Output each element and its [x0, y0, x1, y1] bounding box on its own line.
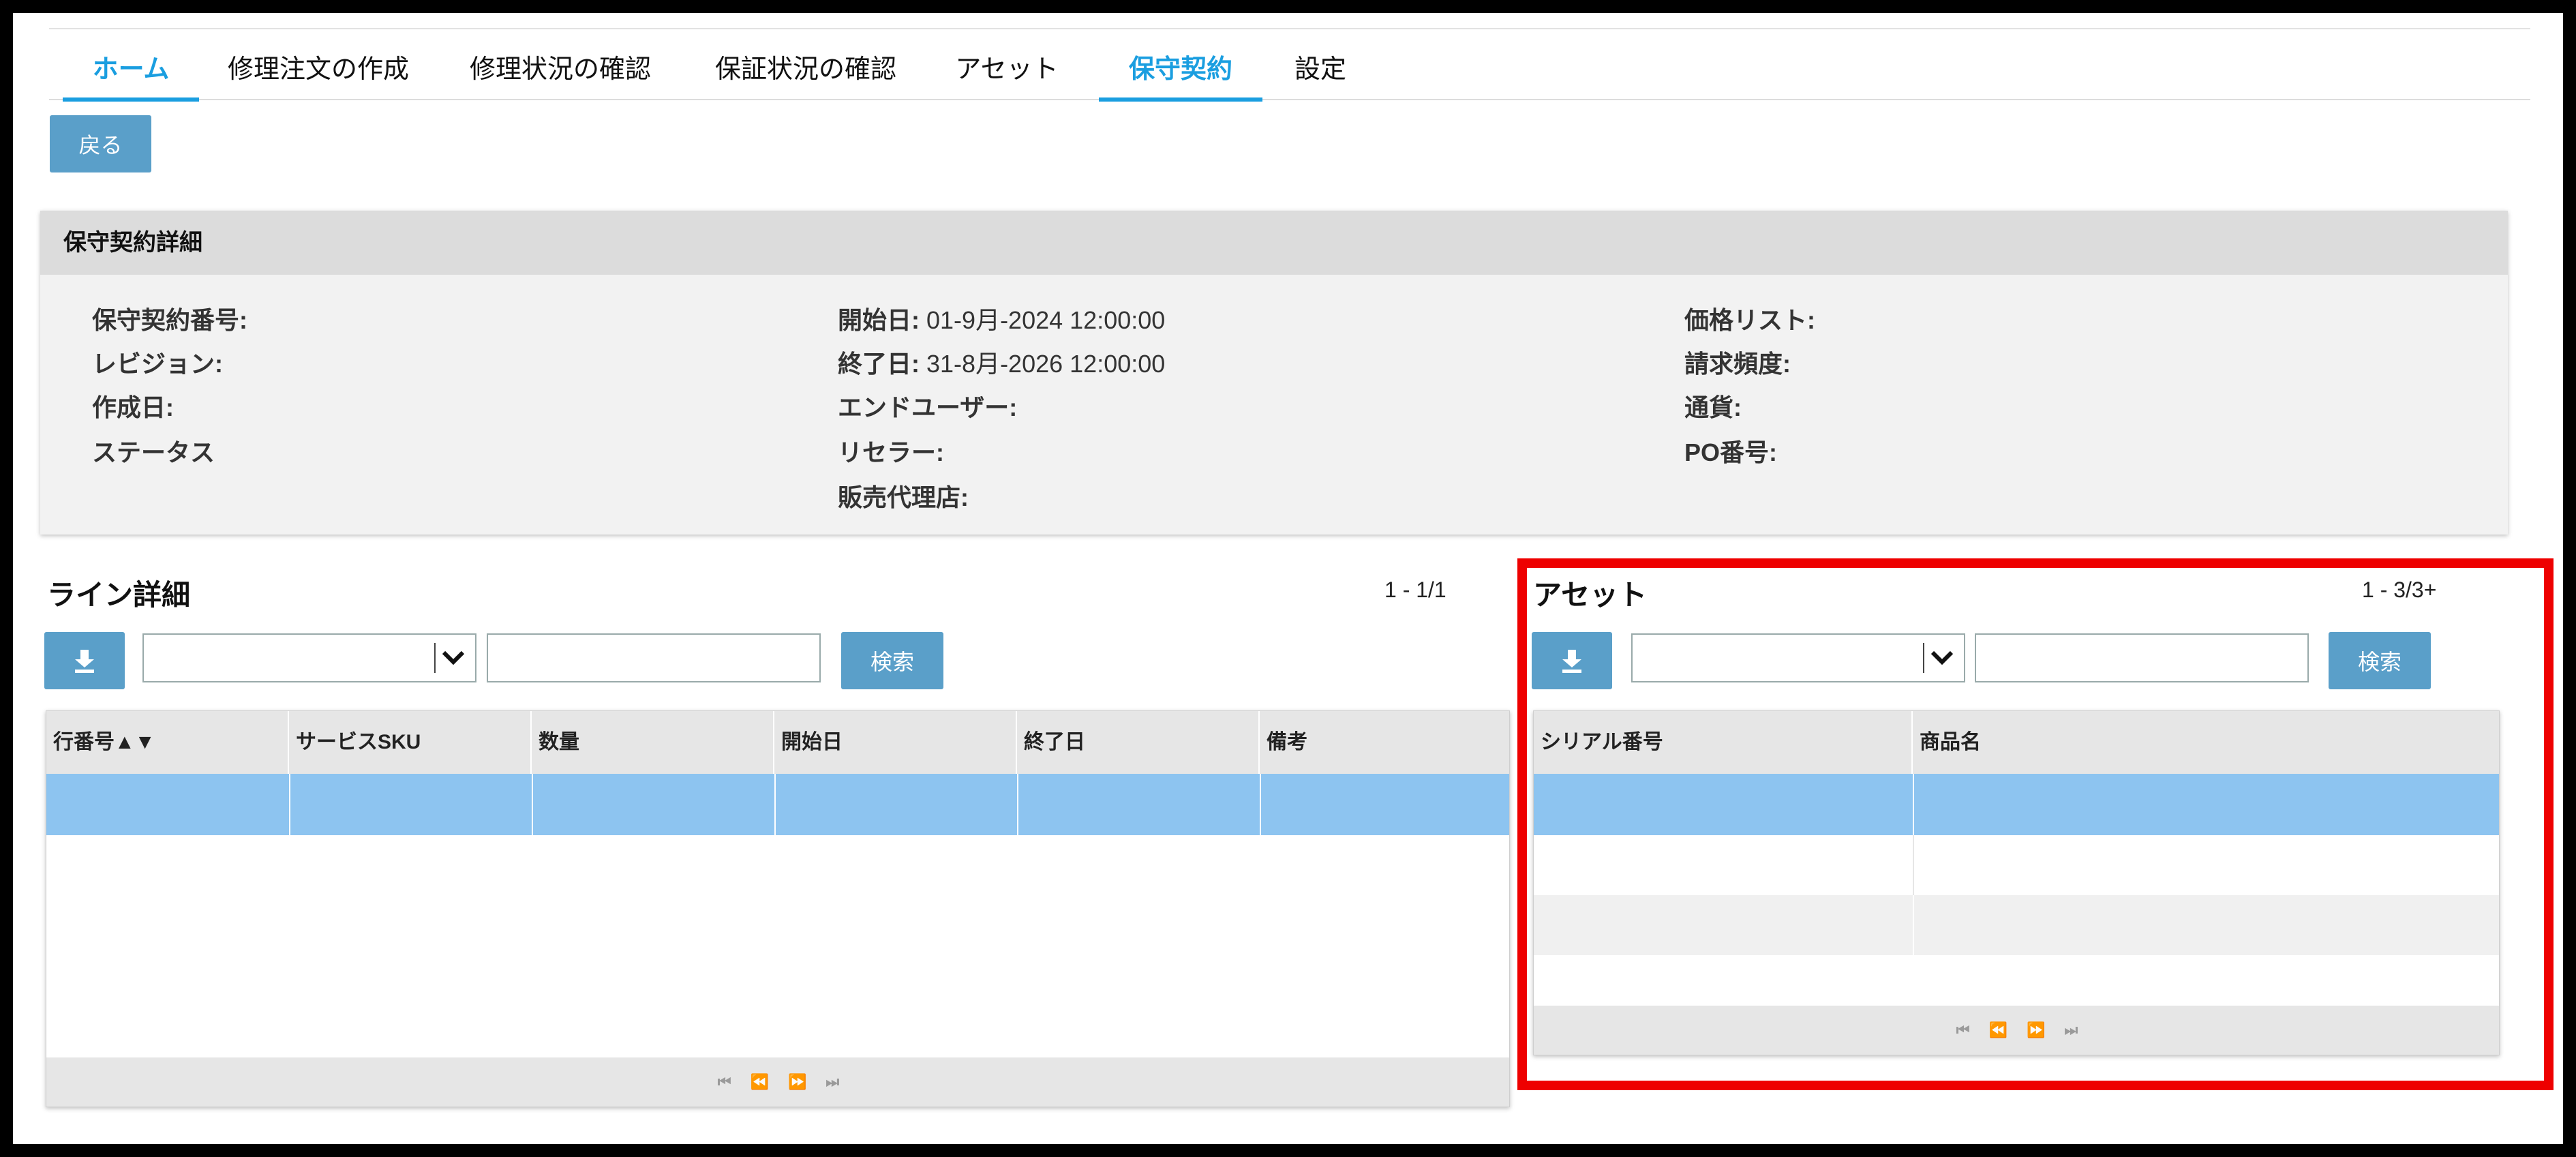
chevron-down-icon [1930, 650, 1954, 665]
assets-count: 1 - 3/3+ [2362, 577, 2437, 602]
first-page-icon[interactable]: ⏮ [1956, 1021, 1970, 1039]
app-window: ホーム 修理注文の作成 修理状況の確認 保証状況の確認 アセット 保守契約 設定… [13, 13, 2563, 1144]
field-price-list: 価格リスト: [1684, 306, 1815, 334]
last-page-icon[interactable]: ⏭ [2064, 1021, 2078, 1039]
field-end-user: エンドユーザー: [838, 393, 1018, 421]
tab-assets[interactable]: アセット [942, 33, 1072, 99]
next-page-icon[interactable]: ⏩ [788, 1073, 806, 1091]
download-icon [1562, 650, 1581, 673]
nav-tabs: ホーム 修理注文の作成 修理状況の確認 保証状況の確認 アセット 保守契約 設定 [49, 33, 2530, 102]
col-product-name[interactable]: 商品名 [1913, 711, 2500, 774]
field-distributor: 販売代理店: [838, 483, 969, 511]
panel-header: 保守契約詳細 [40, 211, 2508, 275]
field-status: ステータス [92, 438, 215, 466]
line-details-count: 1 - 1/1 [1384, 577, 1446, 602]
chevron-down-icon [442, 650, 465, 665]
field-created-date: 作成日: [92, 393, 174, 421]
table-row[interactable] [1534, 895, 2499, 955]
cell-divider [1913, 774, 1914, 835]
col-service-sku[interactable]: サービスSKU [289, 711, 532, 774]
line-details-title: ライン詳細 [47, 579, 191, 611]
table-row[interactable] [46, 774, 1509, 835]
field-revision: レビジョン: [92, 350, 223, 378]
line-table-header: 行番号▲▼ サービスSKU 数量 開始日 終了日 備考 [46, 711, 1509, 775]
contract-details-panel: 保守契約詳細 保守契約番号: レビジョン: 作成日: ステータス 開始日: 01… [40, 211, 2508, 535]
tab-home[interactable]: ホーム [63, 33, 199, 102]
line-download-button[interactable] [44, 632, 125, 689]
assets-download-button[interactable] [1532, 632, 1612, 689]
field-reseller: リセラー: [838, 438, 944, 466]
tab-repair-status[interactable]: 修理状況の確認 [451, 33, 669, 99]
assets-table-header: シリアル番号 商品名 [1534, 711, 2499, 775]
table-row[interactable] [1534, 835, 2499, 895]
col-remarks[interactable]: 備考 [1260, 711, 1511, 774]
line-details-table: 行番号▲▼ サービスSKU 数量 開始日 終了日 備考 ⏮ ⏪ ⏩ ⏭ [46, 710, 1510, 1107]
back-button[interactable]: 戻る [50, 115, 151, 172]
last-page-icon[interactable]: ⏭ [825, 1073, 839, 1091]
cell-divider [532, 774, 533, 835]
field-billing-frequency: 請求頻度: [1684, 350, 1791, 378]
cell-divider [1017, 774, 1018, 835]
cell-divider [774, 774, 776, 835]
select-separator [1923, 643, 1924, 673]
col-end-date[interactable]: 終了日 [1017, 711, 1260, 774]
table-row[interactable] [1534, 774, 2499, 835]
cell-divider [1913, 835, 1914, 895]
prev-page-icon[interactable]: ⏪ [751, 1073, 769, 1091]
field-end-date: 終了日: 31-8月-2026 12:00:00 [838, 350, 1166, 378]
field-start-date: 開始日: 01-9月-2024 12:00:00 [838, 306, 1166, 334]
assets-filter-select[interactable] [1631, 633, 1965, 682]
line-search-button[interactable]: 検索 [841, 632, 943, 689]
panel-title: 保守契約詳細 [63, 230, 202, 256]
tab-maintenance-contracts[interactable]: 保守契約 [1099, 33, 1262, 102]
cell-divider [1260, 774, 1261, 835]
field-po-number: PO番号: [1684, 438, 1778, 466]
tab-warranty-status[interactable]: 保証状況の確認 [697, 33, 915, 99]
first-page-icon[interactable]: ⏮ [718, 1073, 731, 1091]
assets-search-button[interactable]: 検索 [2329, 632, 2431, 689]
col-quantity[interactable]: 数量 [532, 711, 774, 774]
assets-table: シリアル番号 商品名 ⏮ ⏪ ⏩ ⏭ [1533, 710, 2500, 1055]
top-divider [49, 28, 2530, 29]
tab-settings[interactable]: 設定 [1283, 33, 1358, 99]
col-start-date[interactable]: 開始日 [774, 711, 1017, 774]
field-contract-number: 保守契約番号: [92, 306, 247, 334]
assets-search-input[interactable] [1975, 633, 2309, 682]
cell-divider [1913, 895, 1914, 955]
col-line-number[interactable]: 行番号▲▼ [46, 711, 289, 774]
download-icon [75, 650, 94, 673]
line-search-input[interactable] [487, 633, 821, 682]
cell-divider [289, 774, 290, 835]
assets-table-pager: ⏮ ⏪ ⏩ ⏭ [1534, 1006, 2499, 1055]
tab-create-repair-order[interactable]: 修理注文の作成 [213, 33, 424, 99]
assets-title: アセット [1533, 579, 1648, 611]
line-table-pager: ⏮ ⏪ ⏩ ⏭ [46, 1057, 1509, 1107]
next-page-icon[interactable]: ⏩ [2027, 1021, 2045, 1039]
line-filter-select[interactable] [142, 633, 476, 682]
field-currency: 通貨: [1684, 393, 1742, 421]
prev-page-icon[interactable]: ⏪ [1989, 1021, 2007, 1039]
col-serial-number[interactable]: シリアル番号 [1534, 711, 1913, 774]
select-separator [434, 643, 436, 673]
